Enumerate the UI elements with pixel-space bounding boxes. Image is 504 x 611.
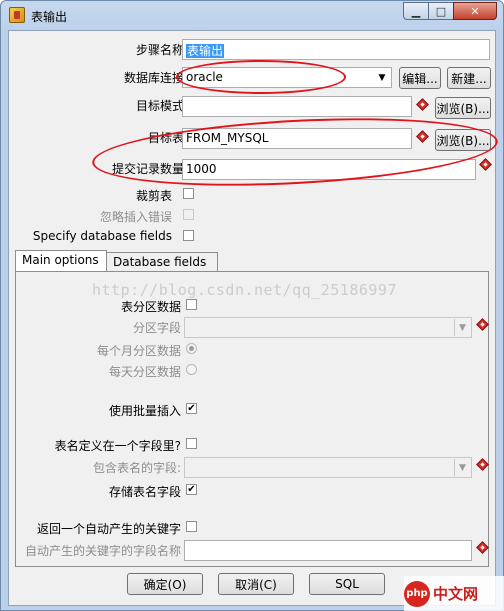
- dialog-window: 表输出 ▁ □ ✕ 步骤名称 表输出 数据库连接 oracle ▼ 编辑... …: [0, 0, 504, 611]
- step-name-label: 步骤名称: [135, 43, 184, 57]
- logo-text: 中文网: [433, 585, 479, 603]
- browse-table-button[interactable]: 浏览(B)...: [435, 129, 491, 151]
- commit-size-label: 提交记录数量: [111, 162, 184, 176]
- table-name-field-label: 包含表名的字段:: [92, 461, 181, 475]
- chevron-down-icon[interactable]: ▼: [454, 319, 470, 336]
- return-key-checkbox[interactable]: [186, 521, 197, 532]
- step-name-value: 表输出: [186, 44, 225, 58]
- monthly-partition-radio[interactable]: [186, 343, 197, 354]
- daily-partition-radio[interactable]: [186, 364, 197, 375]
- php-logo-icon: php: [404, 580, 430, 607]
- connection-value: oracle: [186, 70, 223, 84]
- daily-partition-label: 每天分区数据: [108, 365, 181, 379]
- specify-fields-checkbox[interactable]: [183, 230, 194, 241]
- table-name-field-select[interactable]: ▼: [184, 457, 472, 478]
- chevron-down-icon[interactable]: ▼: [374, 69, 390, 86]
- store-table-name-checkbox[interactable]: ✔: [186, 484, 197, 495]
- minimize-button[interactable]: ▁: [403, 2, 429, 20]
- target-table-label: 目标表: [147, 131, 184, 145]
- partition-data-label: 表分区数据: [120, 300, 181, 314]
- site-logo: php 中文网: [404, 576, 504, 611]
- variable-diamond-icon: [476, 318, 489, 331]
- cancel-button[interactable]: 取消(C): [218, 573, 294, 595]
- tab-database-fields[interactable]: Database fields: [106, 252, 218, 271]
- partition-field-select[interactable]: ▼: [184, 317, 472, 338]
- ignore-errors-checkbox[interactable]: [183, 209, 194, 220]
- maximize-button[interactable]: □: [428, 2, 454, 20]
- schema-input[interactable]: [182, 96, 412, 117]
- variable-diamond-icon: [476, 458, 489, 471]
- key-field-name-label: 自动产生的关键字的字段名称: [24, 544, 181, 558]
- connection-label: 数据库连接: [123, 71, 184, 85]
- partition-field-label: 分区字段: [132, 321, 181, 335]
- variable-diamond-icon: [479, 158, 492, 171]
- partition-data-checkbox[interactable]: [186, 299, 197, 310]
- key-field-name-input[interactable]: [184, 540, 472, 561]
- window-title: 表输出: [31, 10, 68, 24]
- chevron-down-icon[interactable]: ▼: [454, 459, 470, 476]
- monthly-partition-label: 每个月分区数据: [96, 344, 181, 358]
- step-name-input[interactable]: 表输出: [182, 39, 490, 60]
- schema-label: 目标模式: [135, 99, 184, 113]
- sql-button[interactable]: SQL: [309, 573, 385, 595]
- edit-connection-button[interactable]: 编辑...: [399, 67, 441, 89]
- table-in-field-checkbox[interactable]: [186, 438, 197, 449]
- close-button[interactable]: ✕: [453, 2, 497, 20]
- target-table-input[interactable]: FROM_MYSQL: [182, 128, 412, 149]
- main-options-panel: 表分区数据 分区字段 ▼ 每个月分区数据 每天分区数据 使用批量插入 ✔ 表名定…: [15, 271, 489, 567]
- truncate-label: 裁剪表: [135, 189, 172, 203]
- maximize-icon: □: [435, 4, 447, 18]
- specify-fields-label: Specify database fields: [32, 229, 172, 243]
- tab-main-options[interactable]: Main options: [15, 250, 107, 272]
- batch-insert-label: 使用批量插入: [108, 404, 181, 418]
- watermark-text: http://blog.csdn.net/qq_25186997: [92, 281, 397, 299]
- minimize-icon: ▁: [411, 4, 421, 18]
- ok-button[interactable]: 确定(O): [127, 573, 203, 595]
- table-in-field-label: 表名定义在一个字段里?: [54, 439, 181, 453]
- browse-schema-button[interactable]: 浏览(B)...: [435, 97, 491, 119]
- new-connection-button[interactable]: 新建...: [447, 67, 491, 89]
- truncate-checkbox[interactable]: [183, 188, 194, 199]
- variable-diamond-icon: [416, 130, 429, 143]
- window-controls: ▁ □ ✕: [403, 2, 497, 20]
- commit-size-input[interactable]: 1000: [182, 159, 476, 180]
- batch-insert-checkbox[interactable]: ✔: [186, 403, 197, 414]
- ignore-errors-label: 忽略插入错误: [99, 210, 172, 224]
- table-output-icon: [9, 7, 25, 23]
- variable-diamond-icon: [476, 541, 489, 554]
- close-icon: ✕: [470, 4, 480, 18]
- connection-select[interactable]: oracle ▼: [182, 67, 392, 88]
- return-key-label: 返回一个自动产生的关键字: [36, 522, 181, 536]
- variable-diamond-icon: [416, 98, 429, 111]
- dialog-client-area: 步骤名称 表输出 数据库连接 oracle ▼ 编辑... 新建... 目标模式…: [8, 30, 496, 606]
- store-table-name-label: 存储表名字段: [108, 485, 181, 499]
- title-bar[interactable]: 表输出 ▁ □ ✕: [1, 1, 503, 29]
